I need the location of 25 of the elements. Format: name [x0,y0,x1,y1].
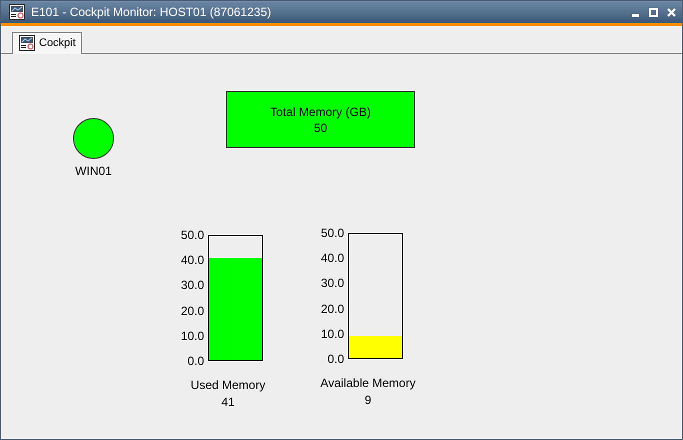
axis-tick-label: 50.0 [320,226,344,240]
total-memory-value: 50 [314,120,328,134]
monitor-icon [19,35,35,51]
axis-tick-label: 10.0 [180,328,204,343]
axis-tick-label: 10.0 [320,326,344,341]
maximize-icon[interactable] [649,8,658,16]
total-memory-label: Total Memory (GB) [270,104,371,118]
gauge-value: 9 [364,393,372,407]
gauge-label: Available Memory [320,376,416,390]
axis-tick-label: 20.0 [180,304,204,318]
axis-tick-label: 50.0 [180,228,204,242]
cockpit-tab[interactable]: Cockpit [12,32,82,54]
axis-tick-label: 30.0 [320,276,344,290]
axis-tick-label: 20.0 [320,302,344,316]
axis-tick-label: 0.0 [186,354,204,368]
window-title: E101 - Cockpit Monitor: HOST01 (87061235) [31,5,272,19]
gauge-label: Used Memory [190,378,266,392]
host-name: WIN01 [75,164,112,178]
axis-tick-label: 40.0 [180,253,204,268]
monitor-icon [9,4,25,20]
axis-tick-label: 0.0 [326,352,344,366]
axis-tick-label: 30.0 [180,278,204,292]
gauge-value: 41 [221,395,235,409]
close-icon[interactable] [667,8,676,16]
axis-tick-label: 40.0 [320,251,344,266]
